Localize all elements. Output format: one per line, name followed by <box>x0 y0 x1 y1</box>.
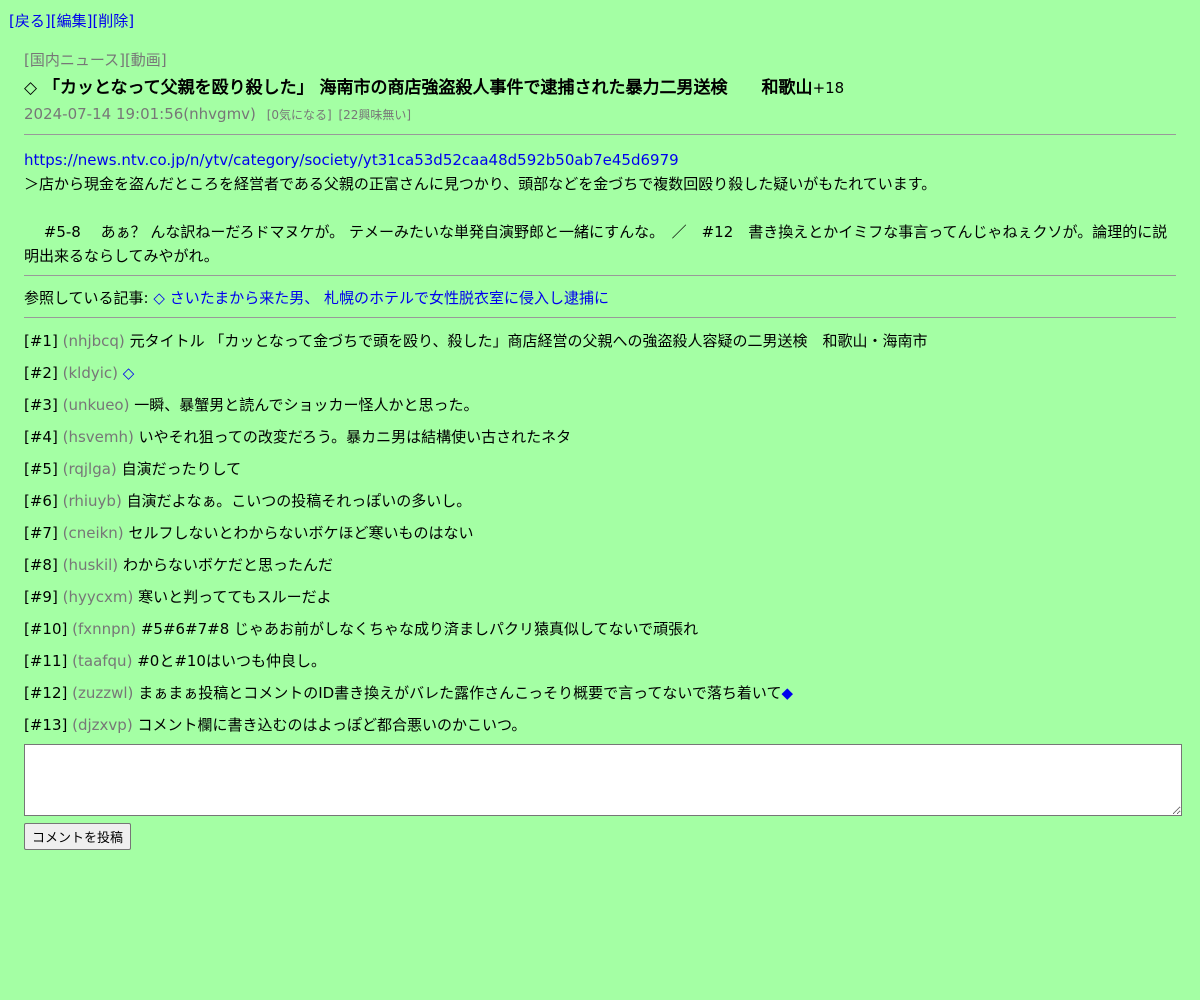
top-nav: [戻る][編集][削除] <box>9 11 134 31</box>
comment-text: セルフしないとわからないボケほど寒いものはない <box>128 524 474 542</box>
article: [国内ニュース][動画] ◇ 「カッとなって父親を殴り殺した」 海南市の商店強盗… <box>24 50 1182 850</box>
comment-user-id: (rhiuyb) <box>62 492 122 510</box>
comment-user-id: (hsvemh) <box>62 428 134 446</box>
delete-link[interactable]: [削除] <box>92 12 134 30</box>
article-body: https://news.ntv.co.jp/n/ytv/category/so… <box>24 148 1176 268</box>
comment-number: [#12] <box>24 684 68 702</box>
comment-user-id: (fxnnpn) <box>72 620 137 638</box>
comment-text: 元タイトル 「カッとなって金づちで頭を殴り、殺した」商店経営の父親への強盗殺人容… <box>129 332 928 350</box>
comment-user-id: (taafqu) <box>72 652 133 670</box>
article-score: +18 <box>812 79 845 97</box>
comment-row: [#6] (rhiuyb) 自演だよなぁ。こいつの投稿それっぽいの多いし。 <box>24 488 1176 520</box>
comment-row: [#8] (huskil) わからないボケだと思ったんだ <box>24 552 1176 584</box>
comment-text: まぁまぁ投稿とコメントのID書き換えがバレた露作さんこっそり概要で言ってないで落… <box>138 684 782 702</box>
comment-user-id: (unkueo) <box>62 396 130 414</box>
post-comment-button[interactable]: コメントを投稿 <box>24 823 132 850</box>
article-quote: ＞店から現金を盗んだところを経営者である父親の正富さんに見つかり、頭部などを金づ… <box>24 175 937 193</box>
reference-article-link[interactable]: ◇ さいたまから来た男、 札幌のホテルで女性脱衣室に侵入し逮捕に <box>153 289 609 307</box>
comment-number: [#3] <box>24 396 58 414</box>
comment-number: [#4] <box>24 428 58 446</box>
comment-row: [#2] (kldyic) ◇ <box>24 360 1176 392</box>
comment-number: [#2] <box>24 364 58 382</box>
comment-row: [#4] (hsvemh) いやそれ狙っての改変だろう。暴カニ男は結構使い古され… <box>24 424 1176 456</box>
comment-number: [#8] <box>24 556 58 574</box>
comment-number: [#5] <box>24 460 58 478</box>
source-url-link[interactable]: https://news.ntv.co.jp/n/ytv/category/so… <box>24 151 679 169</box>
comment-text: 一瞬、暴蟹男と読んでショッカー怪人かと思った。 <box>134 396 479 414</box>
no-interest-button[interactable]: [22興味無い] <box>338 108 411 122</box>
comment-user-id: (nhjbcq) <box>62 332 125 350</box>
reference-label: 参照している記事: <box>24 289 149 307</box>
comment-row: [#7] (cneikn) セルフしないとわからないボケほど寒いものはない <box>24 520 1176 552</box>
comment-number: [#1] <box>24 332 58 350</box>
article-categories: [国内ニュース][動画] <box>24 51 167 69</box>
comment-text: わからないボケだと思ったんだ <box>122 556 333 574</box>
edit-link[interactable]: [編集] <box>51 12 93 30</box>
comment-diamond-link[interactable]: ◇ <box>123 364 135 382</box>
article-meta: 2024-07-14 19:01:56(nhvgmv) [0気になる] [22興… <box>24 104 1176 125</box>
comment-user-id: (zuzzwl) <box>72 684 134 702</box>
comment-list: [#1] (nhjbcq) 元タイトル 「カッとなって金づちで頭を殴り、殺した」… <box>24 328 1176 744</box>
comment-diamond-link[interactable]: ◆ <box>781 684 793 702</box>
divider <box>24 275 1176 276</box>
article-title-text: ◇ 「カッとなって父親を殴り殺した」 海南市の商店強盗殺人事件で逮捕された暴力二… <box>24 78 813 98</box>
comment-number: [#7] <box>24 524 58 542</box>
comment-user-id: (djzxvp) <box>72 716 133 734</box>
comment-row: [#5] (rqjlga) 自演だったりして <box>24 456 1176 488</box>
comment-row: [#11] (taafqu) #0と#10はいつも仲良し。 <box>24 648 1176 680</box>
comment-user-id: (huskil) <box>62 556 119 574</box>
comment-text: #0と#10はいつも仲良し。 <box>137 652 326 670</box>
comment-user-id: (rqjlga) <box>62 460 117 478</box>
divider <box>24 134 1176 135</box>
article-datetime: 2024-07-14 19:01:56(nhvgmv) <box>24 105 256 123</box>
comment-row: [#10] (fxnnpn) #5#6#7#8 じゃあお前がしなくちゃな成り済ま… <box>24 616 1176 648</box>
comment-number: [#6] <box>24 492 58 510</box>
comment-text: 寒いと判っててもスルーだよ <box>138 588 332 606</box>
article-title: ◇ 「カッとなって父親を殴り殺した」 海南市の商店強盗殺人事件で逮捕された暴力二… <box>24 76 1176 100</box>
comment-number: [#10] <box>24 620 68 638</box>
reference-section: 参照している記事: ◇ さいたまから来た男、 札幌のホテルで女性脱衣室に侵入し逮… <box>24 288 1176 308</box>
comment-row: [#9] (hyycxm) 寒いと判っててもスルーだよ <box>24 584 1176 616</box>
comment-user-id: (cneikn) <box>62 524 124 542</box>
comment-row: [#13] (djzxvp) コメント欄に書き込むのはよっぽど都合悪いのかこいつ… <box>24 712 1176 744</box>
comment-number: [#9] <box>24 588 58 606</box>
comment-textarea[interactable] <box>24 744 1182 816</box>
comment-text: 自演だよなぁ。こいつの投稿それっぽいの多いし。 <box>126 492 472 510</box>
comment-user-id: (kldyic) <box>62 364 118 382</box>
comment-number: [#13] <box>24 716 68 734</box>
comment-text: 自演だったりして <box>121 460 242 478</box>
divider <box>24 317 1176 318</box>
comment-text: #5#6#7#8 じゃあお前がしなくちゃな成り済ましパクリ猿真似してないで頑張れ <box>140 620 699 638</box>
article-note: #5-8 あぁ？ んな訳ねーだろドマヌケが。 テメーみたいな単発自演野郎と一緒に… <box>24 223 1168 265</box>
comment-text: いやそれ狙っての改変だろう。暴カニ男は結構使い古されたネタ <box>138 428 572 446</box>
interest-button[interactable]: [0気になる] <box>267 108 332 122</box>
comment-row: [#1] (nhjbcq) 元タイトル 「カッとなって金づちで頭を殴り、殺した」… <box>24 328 1176 360</box>
back-link[interactable]: [戻る] <box>9 12 51 30</box>
comment-number: [#11] <box>24 652 68 670</box>
comment-text: コメント欄に書き込むのはよっぽど都合悪いのかこいつ。 <box>137 716 527 734</box>
comment-row: [#3] (unkueo) 一瞬、暴蟹男と読んでショッカー怪人かと思った。 <box>24 392 1176 424</box>
comment-user-id: (hyycxm) <box>62 588 134 606</box>
comment-row: [#12] (zuzzwl) まぁまぁ投稿とコメントのID書き換えがバレた露作さ… <box>24 680 1176 712</box>
